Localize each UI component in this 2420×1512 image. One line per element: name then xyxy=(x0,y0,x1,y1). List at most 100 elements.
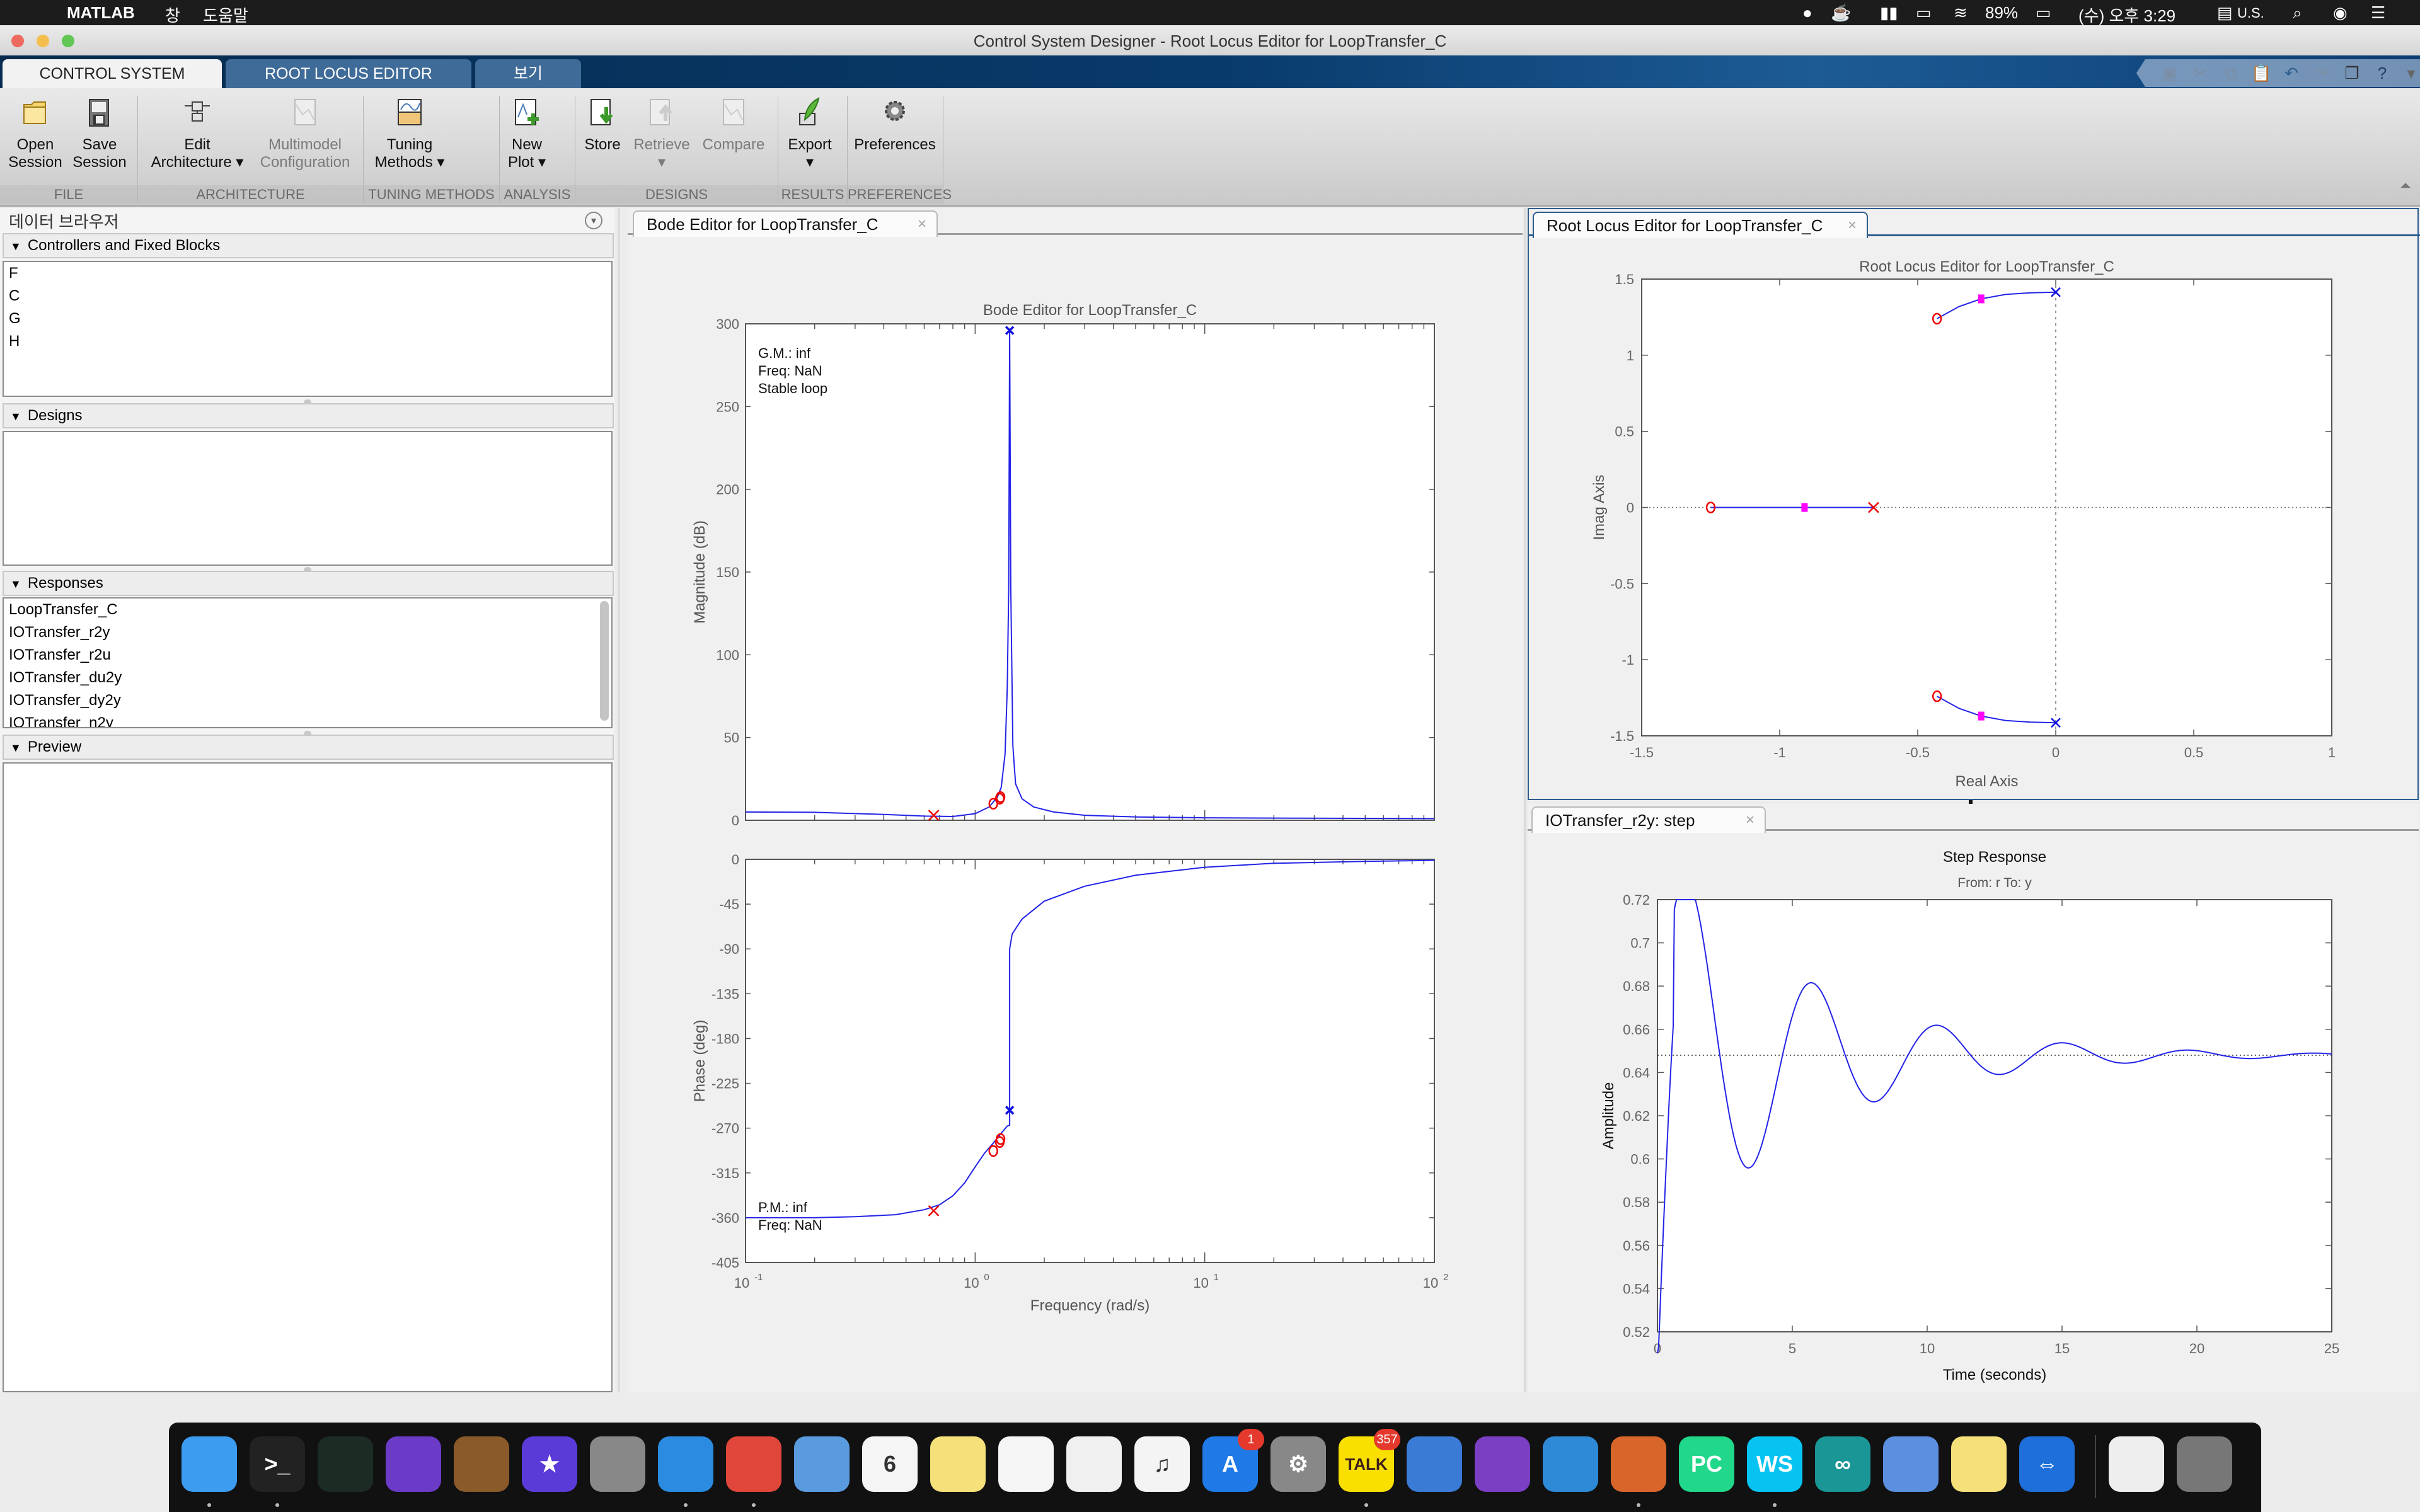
clock[interactable]: (수) 오후 3:29 xyxy=(2078,3,2175,26)
list-item[interactable]: IOTransfer_n2y xyxy=(4,712,611,727)
dock-arduino-icon[interactable]: ∞ xyxy=(1815,1436,1870,1492)
copy-icon[interactable]: ⧉ xyxy=(2221,63,2241,83)
split-view-icon[interactable]: ▮▮ xyxy=(1880,3,1898,23)
dock-terminal-icon[interactable]: >_ xyxy=(250,1436,305,1492)
wifi-icon[interactable]: ≋ xyxy=(1954,3,1968,23)
list-item[interactable]: H xyxy=(4,330,611,353)
time-tick-label: 20 xyxy=(2189,1341,2204,1356)
imag-tick-label: 0 xyxy=(1627,500,1634,516)
amplitude-tick-label: 0.66 xyxy=(1623,1022,1650,1038)
section-header-responses[interactable]: ▼ Responses xyxy=(3,571,614,596)
paste-icon[interactable]: 📋 xyxy=(2251,63,2271,83)
list-item[interactable]: IOTransfer_du2y xyxy=(4,667,611,689)
panel-splitter[interactable] xyxy=(1524,208,1526,1392)
coffee-icon[interactable]: ☕ xyxy=(1831,3,1851,23)
dock-notes-icon[interactable] xyxy=(930,1436,986,1492)
section-analysis: ANALYSIS xyxy=(500,185,575,204)
new-plot-button[interactable]: New Plot ▾ xyxy=(504,96,550,171)
preferences-button[interactable]: Preferences xyxy=(852,96,938,154)
section-header-controllers[interactable]: ▼ Controllers and Fixed Blocks xyxy=(3,233,614,258)
tab-root-locus-editor[interactable]: ROOT LOCUS EDITOR xyxy=(226,59,471,88)
data-browser-options-icon[interactable]: ▼ xyxy=(585,212,602,229)
chevron-down-icon: ▾ xyxy=(236,154,244,171)
export-button[interactable]: Export ▾ xyxy=(781,96,838,171)
tuning-methods-button[interactable]: Tuning Methods ▾ xyxy=(372,96,447,171)
dock-garageband-icon[interactable] xyxy=(454,1436,509,1492)
flag-us-icon[interactable]: ▤ xyxy=(2217,3,2233,23)
tab-control-system[interactable]: CONTROL SYSTEM xyxy=(3,59,222,88)
store-button[interactable]: Store xyxy=(580,96,625,154)
dock-stickies-icon[interactable] xyxy=(1951,1436,2007,1492)
retrieve-button[interactable]: Retrieve ▾ xyxy=(630,96,693,171)
dock-documents-icon[interactable] xyxy=(2109,1436,2164,1492)
dock-visual-studio-icon[interactable] xyxy=(1475,1436,1530,1492)
section-header-designs[interactable]: ▼ Designs xyxy=(3,403,614,428)
redo-icon[interactable]: ↷ xyxy=(2312,63,2332,83)
block-diagram-icon xyxy=(185,101,210,122)
notification-icon[interactable]: ● xyxy=(1802,3,1812,23)
list-item[interactable]: IOTransfer_r2u xyxy=(4,644,611,667)
dock-teamviewer-icon[interactable]: ⇔ xyxy=(2019,1436,2075,1492)
dock-xcode-icon[interactable] xyxy=(1407,1436,1462,1492)
menu-help[interactable]: 도움말 xyxy=(203,3,248,26)
collapse-ribbon-icon[interactable]: ⏶ xyxy=(2400,178,2411,194)
bode-plot[interactable]: Bode Editor for LoopTransfer_C0501001502… xyxy=(628,208,1523,1392)
responses-scrollbar[interactable] xyxy=(600,601,609,721)
section-header-preview[interactable]: ▼ Preview xyxy=(3,735,614,760)
dock-music-icon[interactable]: ♫ xyxy=(1134,1436,1190,1492)
save-icon[interactable]: ▣ xyxy=(2159,63,2179,83)
list-item[interactable]: LoopTransfer_C xyxy=(4,598,611,621)
dock-pycharm-icon[interactable]: PC xyxy=(1679,1436,1734,1492)
compare-button[interactable]: Compare xyxy=(701,96,766,154)
list-item[interactable]: IOTransfer_r2y xyxy=(4,621,611,644)
edit-architecture-button[interactable]: Edit Architecture ▾ xyxy=(144,96,251,171)
dock-calendar-icon[interactable]: 6 xyxy=(862,1436,918,1492)
app-menu[interactable]: MATLAB xyxy=(67,3,135,23)
dock-reminders-icon[interactable] xyxy=(998,1436,1054,1492)
dock-matlab-icon[interactable] xyxy=(1611,1436,1666,1492)
undo-icon[interactable]: ↶ xyxy=(2281,63,2302,83)
root-locus-plot[interactable]: Root Locus Editor for LoopTransfer_C -1.5… xyxy=(1528,208,2419,800)
imag-tick-label: -0.5 xyxy=(1610,576,1634,592)
dock-app-store-icon[interactable]: A1 xyxy=(1202,1429,1264,1492)
battery-icon[interactable]: ▭ xyxy=(2036,3,2051,23)
amplitude-tick-label: 0.62 xyxy=(1623,1108,1650,1124)
spotlight-search-icon[interactable]: ⌕ xyxy=(2293,3,2302,23)
dock-photos-icon[interactable] xyxy=(1066,1436,1122,1492)
dock-siri-icon[interactable] xyxy=(386,1436,441,1492)
freq-tick-exponent: 0 xyxy=(984,1272,989,1283)
cut-icon[interactable]: ✂ xyxy=(2191,63,2211,83)
dock-activity-monitor-icon[interactable] xyxy=(318,1436,373,1492)
notification-center-icon[interactable]: ☰ xyxy=(2371,3,2385,23)
list-item[interactable]: G xyxy=(4,307,611,330)
options-icon[interactable]: ▾ xyxy=(2401,63,2420,83)
step-response-plot[interactable]: Step Response From: r To: y 0 5 10 15 20 25 0.52… xyxy=(1528,804,2419,1392)
dock-kakaotalk-icon[interactable]: TALK 357 xyxy=(1339,1429,1400,1492)
menu-window[interactable]: 창 xyxy=(165,3,180,26)
dock-mail-icon[interactable] xyxy=(794,1436,850,1492)
dock-webstorm-icon[interactable]: WS xyxy=(1747,1436,1802,1492)
dock-chrome-icon[interactable] xyxy=(726,1436,781,1492)
dock-finder-icon[interactable] xyxy=(182,1436,237,1492)
help-icon[interactable]: ? xyxy=(2372,63,2392,83)
dock-imovie-icon[interactable]: ★ xyxy=(522,1436,577,1492)
battery-percent[interactable]: 89% xyxy=(1985,3,2018,23)
multimodel-configuration-button[interactable]: Multimodel Configuration xyxy=(255,96,355,171)
dock-trash-icon[interactable] xyxy=(2177,1436,2232,1492)
list-item[interactable]: C xyxy=(4,285,611,307)
open-session-button[interactable]: Open Session xyxy=(6,96,64,171)
list-item[interactable]: F xyxy=(4,262,611,285)
save-session-button[interactable]: Save Session xyxy=(71,96,129,171)
dock-vscode-icon[interactable] xyxy=(1543,1436,1598,1492)
siri-icon[interactable]: ◉ xyxy=(2333,3,2348,23)
input-source[interactable]: U.S. xyxy=(2237,5,2264,21)
panel-splitter[interactable] xyxy=(618,208,620,1392)
dock-textedit-icon[interactable] xyxy=(1883,1436,1939,1492)
window-layout-icon[interactable]: ❐ xyxy=(2342,63,2362,83)
dock-launchpad-icon[interactable] xyxy=(590,1436,645,1492)
dock-system-preferences-icon[interactable]: ⚙ xyxy=(1270,1436,1326,1492)
dock-safari-icon[interactable] xyxy=(658,1436,713,1492)
list-item[interactable]: IOTransfer_dy2y xyxy=(4,689,611,712)
display-icon[interactable]: ▭ xyxy=(1916,3,1932,23)
tab-view[interactable]: 보기 xyxy=(475,59,581,88)
